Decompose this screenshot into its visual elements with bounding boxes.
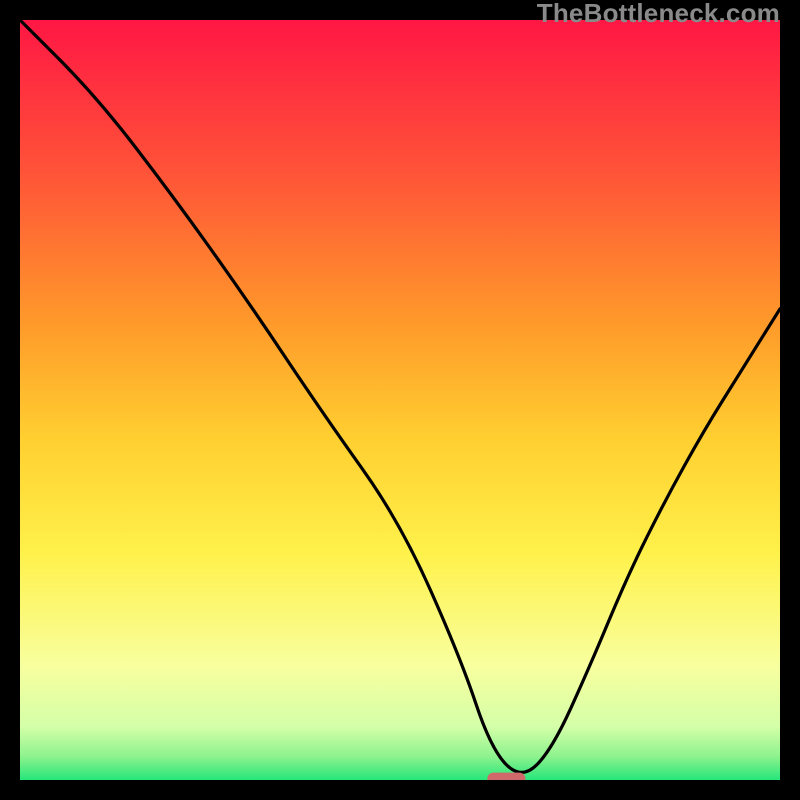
chart-frame: TheBottleneck.com: [0, 0, 800, 800]
plot-area: [20, 20, 780, 780]
optimal-marker: [487, 773, 525, 780]
watermark-label: TheBottleneck.com: [537, 0, 780, 29]
chart-svg: [20, 20, 780, 780]
gradient-background: [20, 20, 780, 780]
